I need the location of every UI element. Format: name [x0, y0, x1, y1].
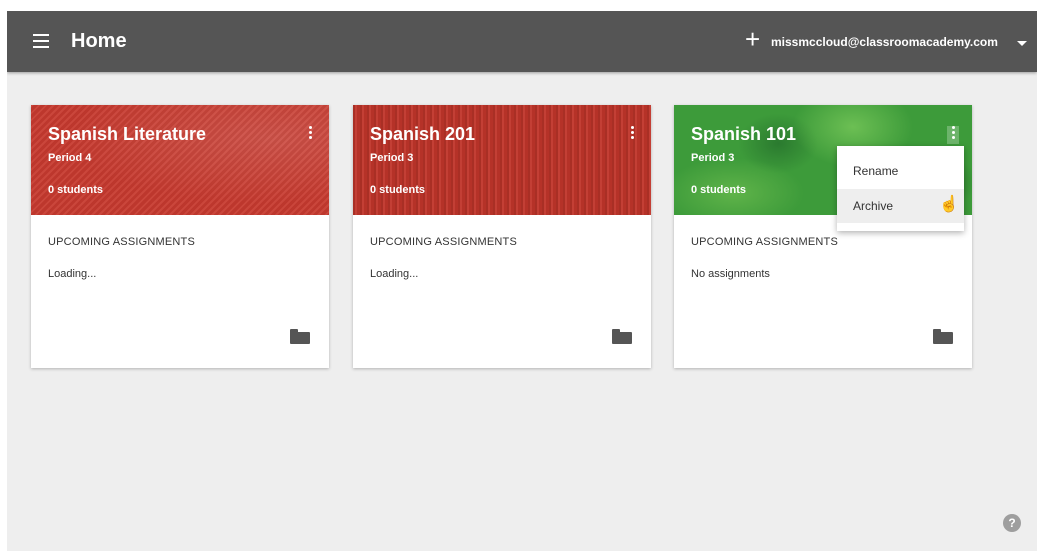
top-bar: Home + missmccloud@classroomacademy.com	[7, 11, 1037, 72]
rename-menu-item[interactable]: Rename	[837, 154, 964, 188]
student-count: 0 students	[691, 184, 747, 196]
class-name[interactable]: Spanish 101	[691, 124, 796, 145]
class-options-menu: Rename Archive	[837, 146, 964, 231]
folder-icon[interactable]	[933, 329, 953, 344]
add-class-button[interactable]: +	[745, 26, 760, 52]
class-card-header[interactable]: Spanish Literature Period 4 0 students	[31, 105, 329, 215]
class-card: Spanish Literature Period 4 0 students U…	[31, 105, 329, 368]
help-icon[interactable]: ?	[1003, 514, 1021, 532]
upcoming-assignments-label: UPCOMING ASSIGNMENTS	[370, 236, 518, 248]
class-card: Spanish 201 Period 3 0 students UPCOMING…	[353, 105, 651, 368]
class-card-header[interactable]: Spanish 201 Period 3 0 students	[353, 105, 651, 215]
page-title: Home	[71, 30, 127, 52]
class-period: Period 3	[691, 152, 735, 164]
upcoming-assignments-label: UPCOMING ASSIGNMENTS	[48, 236, 196, 248]
more-options-icon[interactable]	[304, 126, 316, 144]
assignments-status: Loading...	[48, 268, 97, 280]
student-count: 0 students	[48, 184, 104, 196]
app-window: Home + missmccloud@classroomacademy.com …	[7, 11, 1037, 551]
more-options-icon[interactable]	[626, 126, 638, 144]
upcoming-assignments-label: UPCOMING ASSIGNMENTS	[691, 236, 839, 248]
folder-icon[interactable]	[290, 329, 310, 344]
student-count: 0 students	[370, 184, 426, 196]
assignments-status: No assignments	[691, 268, 770, 280]
more-options-icon[interactable]	[947, 126, 959, 144]
archive-menu-item[interactable]: Archive	[837, 189, 964, 223]
folder-icon[interactable]	[612, 329, 632, 344]
class-name[interactable]: Spanish 201	[370, 124, 475, 145]
class-name[interactable]: Spanish Literature	[48, 124, 206, 145]
chevron-down-icon[interactable]	[1017, 41, 1027, 46]
class-period: Period 3	[370, 152, 414, 164]
account-email[interactable]: missmccloud@classroomacademy.com	[771, 35, 998, 49]
assignments-status: Loading...	[370, 268, 419, 280]
class-card: Spanish 101 Period 3 0 students UPCOMING…	[674, 105, 972, 368]
class-period: Period 4	[48, 152, 92, 164]
hamburger-menu-icon[interactable]	[33, 34, 49, 48]
